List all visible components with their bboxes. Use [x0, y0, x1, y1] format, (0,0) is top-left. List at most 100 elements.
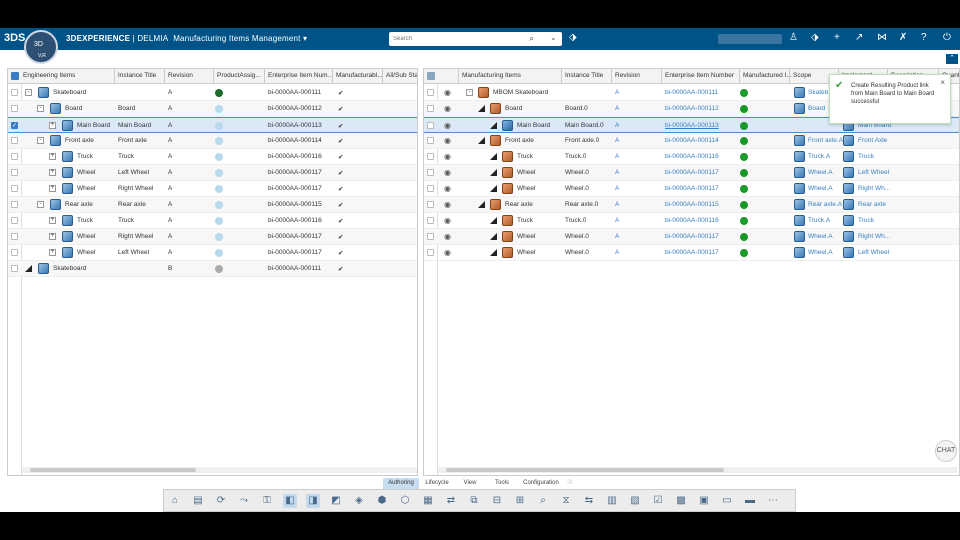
row-checkbox[interactable]: [427, 122, 434, 129]
table-row[interactable]: - Skateboard Abi-0000AA-000111 ✔: [8, 85, 417, 101]
replace-icon[interactable]: ⇄: [444, 494, 458, 508]
table-row[interactable]: ◉ Wheel Wheel.0 Abi-0000AA-000117 Wheel.A Rig…: [424, 229, 959, 245]
scope-link[interactable]: Front axle.A: [808, 137, 843, 144]
filter-icon[interactable]: ⧖: [559, 494, 573, 508]
row-checkbox[interactable]: [427, 153, 434, 160]
search-structure-icon[interactable]: ⌕: [536, 494, 550, 508]
tab-tools[interactable]: Tools: [487, 478, 517, 489]
tree-toggle-icon[interactable]: [490, 122, 497, 129]
column-separator[interactable]: [458, 69, 459, 84]
table-row[interactable]: + Wheel Left Wheel Abi-0000AA-000117 ✔: [8, 165, 417, 181]
item-title[interactable]: Wheel: [517, 249, 535, 256]
chat-icon[interactable]: CHAT: [935, 440, 957, 462]
enterprise-item-number-link[interactable]: bi-0000AA-000116: [665, 217, 719, 224]
table-row[interactable]: Skateboard Bbi-0000AA-000111 ✔: [8, 261, 417, 277]
panel-icon[interactable]: ▣: [697, 494, 711, 508]
help-icon[interactable]: ?: [921, 32, 927, 43]
item-title[interactable]: Wheel: [517, 169, 535, 176]
column-separator[interactable]: [789, 69, 790, 84]
tab-configuration[interactable]: Configuration: [519, 478, 563, 489]
enterprise-item-number-link[interactable]: bi-0000AA-000117: [665, 249, 719, 256]
implement-link[interactable]: Right Wh...: [858, 233, 890, 240]
table-row[interactable]: ◉ Wheel Wheel.0 Abi-0000AA-000117 Wheel.A Lef…: [424, 165, 959, 181]
tab-authoring[interactable]: Authoring: [383, 478, 419, 489]
swap-icon[interactable]: ⇆: [582, 494, 596, 508]
row-checkbox[interactable]: [427, 185, 434, 192]
user-icon[interactable]: ♙: [789, 32, 798, 43]
enterprise-item-number-link[interactable]: bi-0000AA-000115: [665, 201, 719, 208]
right-column-header[interactable]: Scope: [793, 72, 811, 79]
enterprise-item-number-link[interactable]: bi-0000AA-000117: [665, 185, 719, 192]
link-icon[interactable]: ⤳: [237, 494, 251, 508]
tag-icon[interactable]: ⬗: [569, 32, 577, 43]
column-separator[interactable]: [164, 69, 165, 84]
table-row[interactable]: ◉ Truck Truck.0 Abi-0000AA-000116 Truck.A Tru…: [424, 149, 959, 165]
split-icon[interactable]: ⊟: [490, 494, 504, 508]
scope-link[interactable]: Truck.A: [808, 217, 830, 224]
left-column-header[interactable]: Engineering Items: [23, 72, 75, 79]
row-checkbox[interactable]: [11, 185, 18, 192]
column-separator[interactable]: [114, 69, 115, 84]
tree-toggle-icon[interactable]: [490, 169, 497, 176]
eye-icon[interactable]: ◉: [444, 88, 451, 97]
pin-icon[interactable]: ♡: [565, 478, 575, 489]
table-row[interactable]: + Truck Truck Abi-0000AA-000116 ✔: [8, 149, 417, 165]
share-icon[interactable]: ↗: [855, 32, 863, 43]
eye-icon[interactable]: ◉: [444, 248, 451, 257]
item-title[interactable]: Front axle: [505, 137, 534, 144]
insert-icon[interactable]: ⬡: [398, 494, 412, 508]
brand-title[interactable]: 3DEXPERIENCE | DELMIA Manufacturing Item…: [66, 34, 307, 43]
table-row[interactable]: - Front axle Front axle Abi-0000AA-000114 ✔: [8, 133, 417, 149]
scope-link[interactable]: Rear axle.A: [808, 201, 842, 208]
product-grey-icon[interactable]: ◩: [329, 494, 343, 508]
eye-icon[interactable]: ◉: [444, 121, 451, 130]
implement-link[interactable]: Left Wheel: [858, 169, 889, 176]
tab-lifecycle[interactable]: Lifecycle: [421, 478, 453, 489]
home-icon[interactable]: ⌂: [168, 494, 182, 508]
item-title[interactable]: Wheel: [517, 233, 535, 240]
right-scroll-thumb[interactable]: [446, 468, 724, 472]
item-title[interactable]: Rear axle: [505, 201, 533, 208]
tree-toggle-icon[interactable]: [490, 249, 497, 256]
network-icon[interactable]: ⋈: [877, 32, 887, 43]
table-row[interactable]: - Board Board Abi-0000AA-000112 ✔: [8, 101, 417, 117]
right-header-icon[interactable]: [427, 72, 435, 80]
item-title[interactable]: Wheel: [77, 233, 95, 240]
tab-view[interactable]: View: [455, 478, 485, 489]
left-column-header[interactable]: ProductAssig...: [217, 72, 261, 79]
eye-icon[interactable]: ◉: [444, 184, 451, 193]
table-row[interactable]: ◉ Truck Truck.0 Abi-0000AA-000116 Truck.A Tru…: [424, 213, 959, 229]
row-checkbox[interactable]: [11, 169, 18, 176]
check-icon[interactable]: ☑: [651, 494, 665, 508]
more-icon[interactable]: ⋯: [766, 494, 780, 508]
compass-widget[interactable]: 3D V,R: [24, 30, 58, 64]
item-title[interactable]: Board: [65, 105, 82, 112]
collapse-icon[interactable]: -: [37, 105, 44, 112]
eye-icon[interactable]: ◉: [444, 152, 451, 161]
tree-toggle-icon[interactable]: [478, 201, 485, 208]
row-checkbox[interactable]: [11, 105, 18, 112]
row-checkbox[interactable]: [11, 137, 18, 144]
left-column-header[interactable]: Revision: [168, 72, 193, 79]
item-title[interactable]: Wheel: [517, 185, 535, 192]
row-checkbox[interactable]: [427, 249, 434, 256]
item-title[interactable]: Truck: [77, 153, 93, 160]
item-title[interactable]: Skateboard: [53, 265, 86, 272]
search-box[interactable]: ⌕ ⌄: [389, 32, 562, 46]
row-checkbox[interactable]: [11, 89, 18, 96]
column-separator[interactable]: [332, 69, 333, 84]
enterprise-item-number-link[interactable]: bi-0000AA-000111: [665, 89, 718, 96]
table-row[interactable]: + Wheel Right Wheel Abi-0000AA-000117 ✔: [8, 181, 417, 197]
item-title[interactable]: Main Board: [77, 122, 110, 129]
tree-toggle-icon[interactable]: [478, 137, 485, 144]
share-tag-icon[interactable]: ⬗: [811, 32, 819, 43]
group-icon[interactable]: ▦: [421, 494, 435, 508]
sync-icon[interactable]: ⟳: [214, 494, 228, 508]
report-icon[interactable]: ▥: [605, 494, 619, 508]
row-checkbox[interactable]: [427, 201, 434, 208]
right-column-header[interactable]: Manufactured I...: [743, 72, 792, 79]
column-separator[interactable]: [661, 69, 662, 84]
enterprise-item-number-link[interactable]: bi-0000AA-000117: [665, 233, 719, 240]
collapse-icon[interactable]: -: [37, 137, 44, 144]
compare-icon[interactable]: ⧉: [467, 494, 481, 508]
